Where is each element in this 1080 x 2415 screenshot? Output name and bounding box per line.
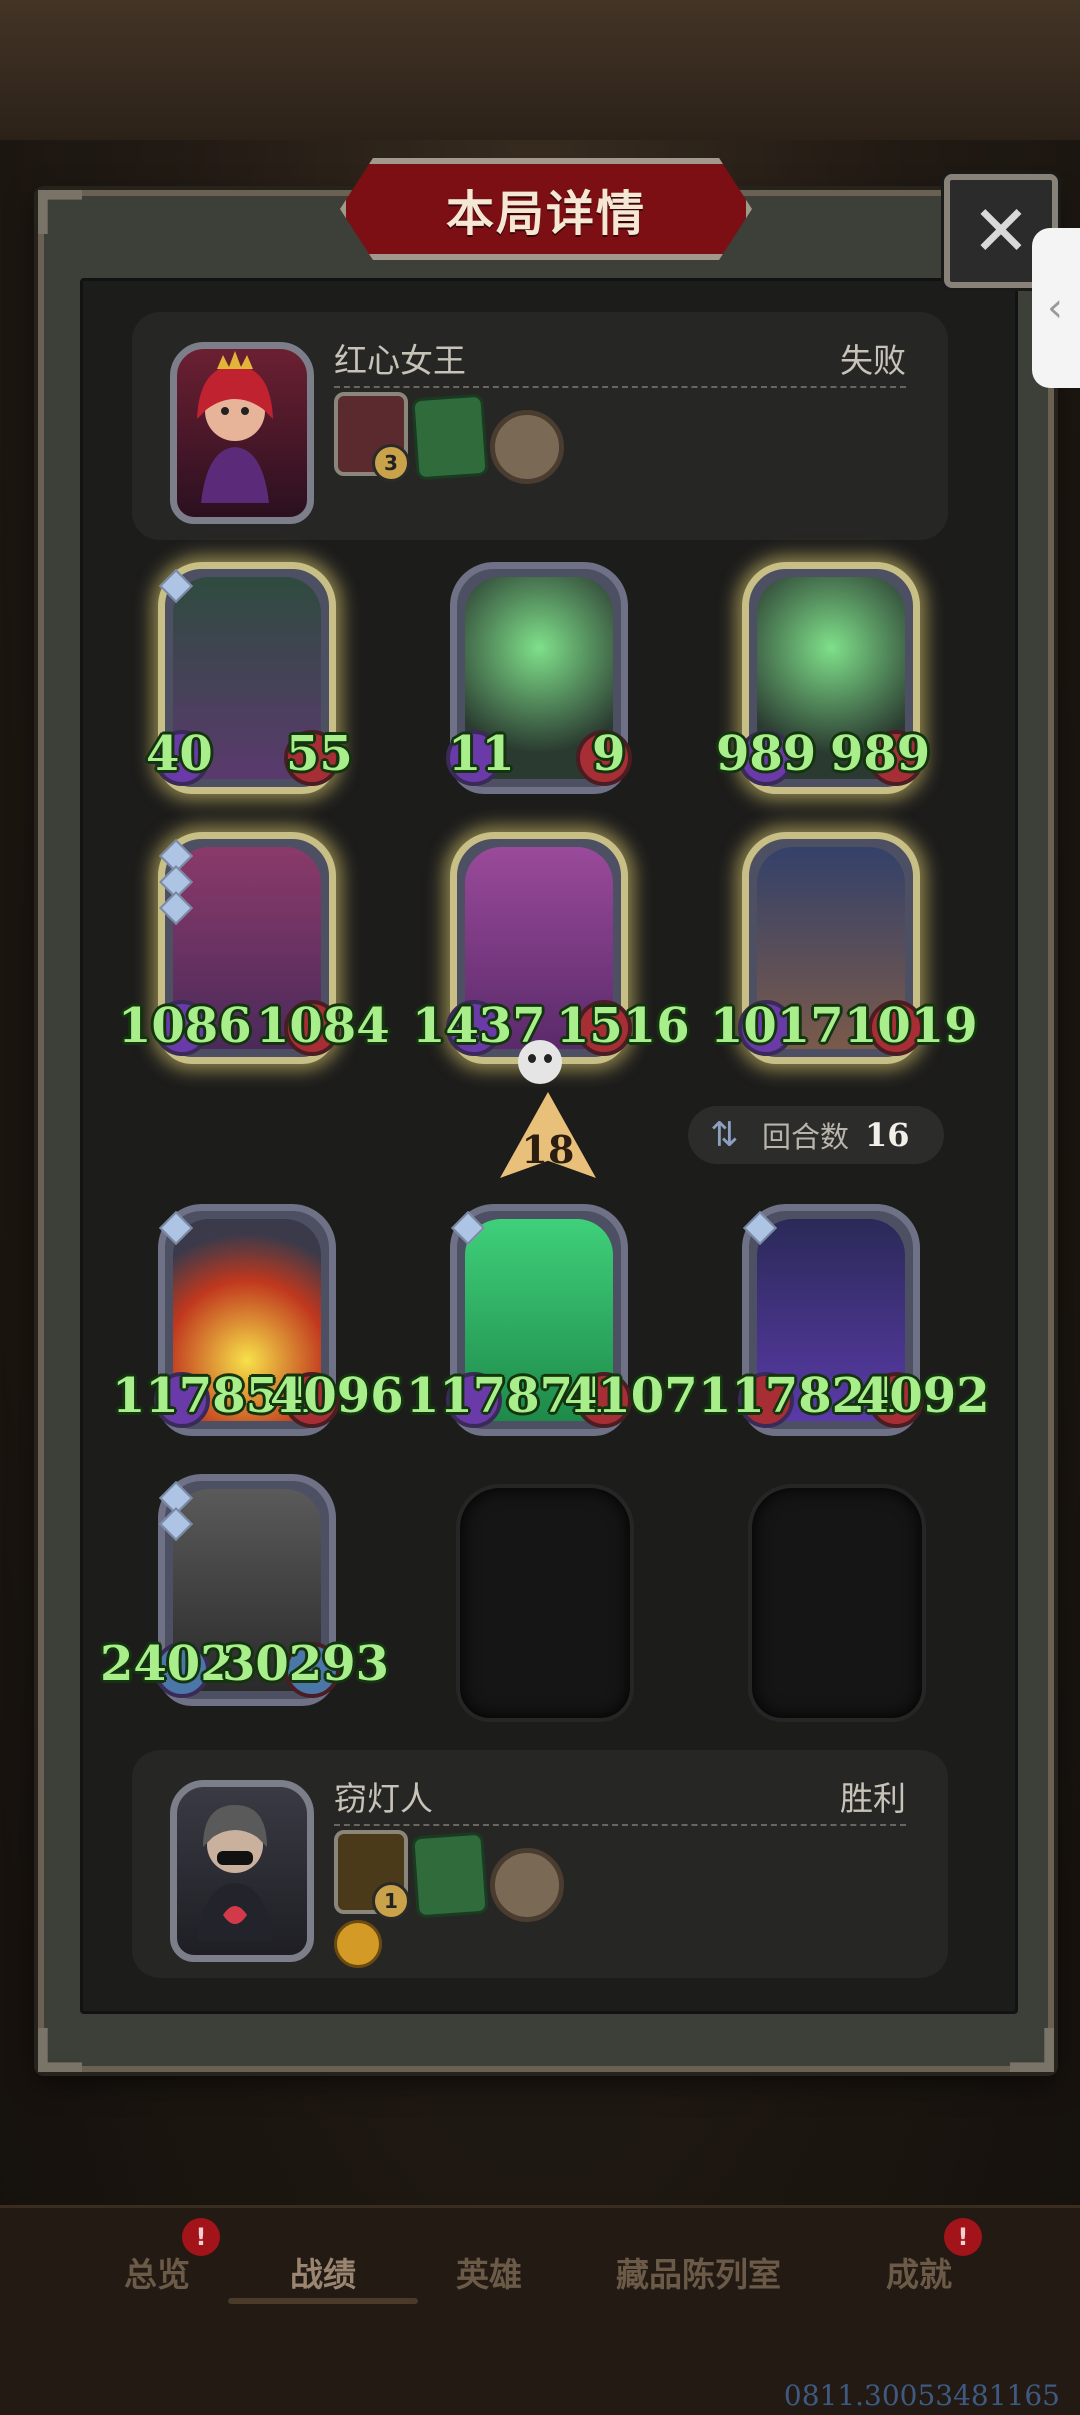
player-name: 窃灯人	[334, 1779, 433, 1818]
opponent-hero-portrait[interactable]	[170, 342, 314, 524]
round-counter: ⇅ 回合数 16	[688, 1106, 944, 1164]
book-icon[interactable]	[411, 393, 489, 481]
player-result: 胜利	[840, 1779, 906, 1818]
watermark: 0811.30053481165	[783, 2379, 1060, 2412]
player-hero-portrait[interactable]	[170, 1780, 314, 1962]
buff-coin-icon[interactable]	[334, 1920, 382, 1968]
corner-ornament	[1010, 2028, 1054, 2072]
page-title: 本局详情	[445, 186, 646, 242]
opponent-summary: 红心女王 失败 3	[132, 312, 948, 540]
pocket-watch-icon[interactable]	[490, 410, 564, 484]
pocket-watch-icon[interactable]	[490, 1848, 564, 1922]
active-tab-indicator	[228, 2298, 418, 2304]
cycle-icon: ⇅	[710, 1115, 739, 1155]
divider	[334, 1824, 906, 1826]
opponent-result: 失败	[840, 341, 906, 380]
tab-achievements[interactable]: 成就	[886, 2248, 952, 2296]
alert-badge: !	[182, 2218, 220, 2256]
skull-icon	[518, 1040, 562, 1084]
tab-heroes[interactable]: 英雄	[456, 2248, 522, 2296]
empty-unit-slot	[456, 1484, 634, 1722]
tab-collection[interactable]: 藏品陈列室	[616, 2248, 781, 2296]
book-icon[interactable]	[411, 1831, 489, 1919]
corner-ornament	[38, 190, 82, 234]
lamp-thief-avatar-icon	[197, 1805, 273, 1941]
round-value: 16	[865, 1116, 910, 1154]
close-icon: ✕	[971, 190, 1031, 272]
hero-level-badge: 1	[372, 1882, 410, 1920]
round-label: 回合数	[762, 1120, 850, 1154]
empty-unit-slot	[748, 1484, 926, 1722]
tab-overview[interactable]: 总览	[124, 2248, 190, 2296]
corner-ornament	[38, 2028, 82, 2072]
side-drawer-tab[interactable]: ‹	[1032, 228, 1080, 388]
player-summary: 窃灯人 胜利 1	[132, 1750, 948, 1978]
queen-avatar-icon	[197, 351, 273, 503]
opponent-name: 红心女王	[334, 341, 466, 380]
divider	[334, 386, 906, 388]
chevron-left-icon: ‹	[1047, 285, 1063, 331]
title-banner: 本局详情	[340, 158, 752, 260]
tab-records[interactable]: 战绩	[290, 2248, 356, 2296]
alert-badge: !	[944, 2218, 982, 2256]
hero-level-badge: 3	[372, 444, 410, 482]
